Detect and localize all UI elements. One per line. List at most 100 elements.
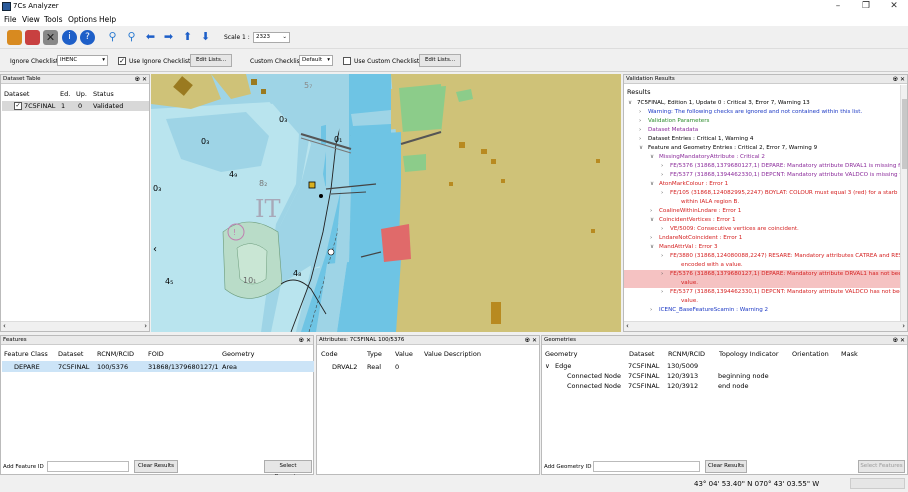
tree-item[interactable]: ∨ MissingMandatoryAttribute : Critical 2 [624,153,900,162]
maximize-icon[interactable]: ❐ [852,0,880,13]
tree-item[interactable]: within IALA region B. [624,198,900,207]
collapse-icon[interactable]: › [661,162,670,171]
select-geometry-button[interactable]: Select Geometry [264,460,312,480]
collapse-icon[interactable]: › [661,189,670,198]
scroll-left-icon[interactable]: ‹ [3,322,6,330]
expand-icon[interactable]: ∨ [650,180,659,189]
menu-tools[interactable]: Tools [44,15,62,24]
use-ignore-checkbox[interactable]: ✓ [118,57,126,65]
menu-view[interactable]: View [22,15,40,24]
col-dataset[interactable]: Dataset [4,90,29,98]
chart-map-view[interactable]: ! ‹ 5₇ 0₃ 0₁ 0₃ 4₉ 8₂ 0₃ 4₅ 10₁ 4₈ IT [151,74,621,332]
scroll-thumb[interactable] [902,99,907,169]
edit-lists-button[interactable]: Edit Lists... [190,54,232,67]
tree-item[interactable]: › FE/105 (31868,124082995,2247) BOYLAT: C… [624,189,900,198]
minimize-icon[interactable]: – [824,0,852,13]
col-orientation[interactable]: Orientation [792,350,829,358]
horizontal-scrollbar[interactable]: ‹ › [1,321,149,331]
expand-icon[interactable]: ∨ [650,216,659,225]
collapse-icon[interactable]: › [639,117,648,126]
dataset-checkbox[interactable]: ✓ [14,102,22,110]
select-features-button[interactable]: Select Features [858,460,905,473]
scroll-left-icon[interactable]: ‹ [626,322,629,330]
scale-combo[interactable]: 2323 ⌄ [253,32,290,43]
expand-icon[interactable]: ∨ [628,99,637,108]
col-ed[interactable]: Ed. [60,90,70,98]
close-folder-icon[interactable] [25,30,40,45]
custom-checklist-combo[interactable]: Default ▾ [299,55,333,66]
tree-item[interactable]: › FE/5377 (31868,1394462330,1) DEPCNT: Ma… [624,171,900,180]
tree-item[interactable]: value. [624,279,900,288]
col-status[interactable]: Status [93,90,114,98]
collapse-icon[interactable]: › [639,135,648,144]
tree-item[interactable]: ∨ 7C5FINAL, Edition 1, Update 0 : Critica… [624,99,900,108]
tree-item[interactable]: › FE/5376 (31868,1379680127,1) DEPARE: Ma… [624,162,900,171]
tree-item[interactable]: ∨ CoincidentVertices : Error 1 [624,216,900,225]
tree-item[interactable]: › LndareNotCoincident : Error 1 [624,234,900,243]
col-geometry[interactable]: Geometry [545,350,577,358]
col-dataset[interactable]: Dataset [629,350,654,358]
col-geometry[interactable]: Geometry [222,350,254,358]
table-row[interactable]: Connected Node 7C5FINAL 120/3912 end node [542,381,907,391]
tree-item[interactable]: › ICENC_BaseFeatureScamin : Warning 2 [624,306,900,315]
table-row[interactable]: DRVAL2 Real 0 [318,361,538,372]
ignore-checklist-combo[interactable]: IHENC ▾ [57,55,108,66]
tree-item[interactable]: › FE/5376 (31868,1379680127,1) DEPARE: Ma… [624,270,900,279]
help-icon[interactable]: ? [80,30,95,45]
collapse-icon[interactable]: › [661,225,670,234]
geometries-tree[interactable]: ∨ Edge 7C5FINAL 130/5009 Connected Node 7C5FI… [542,361,907,391]
panel-controls-icon[interactable]: ♼ ✕ [525,336,537,345]
pan-up-icon[interactable]: ⬆ [180,30,195,45]
expand-icon[interactable]: ∨ [545,362,550,370]
results-tree[interactable]: ∨ 7C5FINAL, Edition 1, Update 0 : Critica… [624,99,900,321]
tree-item[interactable]: ∨ AtonMarkColour : Error 1 [624,180,900,189]
expand-icon[interactable]: ∨ [650,153,659,162]
add-geometry-id-input[interactable] [593,461,700,472]
pan-down-icon[interactable]: ⬇ [198,30,213,45]
table-row[interactable]: ∨ Edge 7C5FINAL 130/5009 [542,361,907,371]
tree-item[interactable]: value. [624,297,900,306]
collapse-icon[interactable]: › [661,270,670,279]
menu-options[interactable]: Options [68,15,97,24]
panel-controls-icon[interactable]: ♼ ✕ [893,336,905,345]
col-feature-class[interactable]: Feature Class [4,350,48,358]
tree-item[interactable]: ∨ Feature and Geometry Entries : Critical… [624,144,900,153]
expand-icon[interactable]: ∨ [639,144,648,153]
tree-item[interactable]: › Warning: The following checks are ignor… [624,108,900,117]
collapse-icon[interactable]: › [639,126,648,135]
open-folder-icon[interactable] [7,30,22,45]
col-rcnm-rcid[interactable]: RCNM/RCID [97,350,134,358]
zoom-out-icon[interactable]: ⚲ [124,30,139,45]
col-dataset[interactable]: Dataset [58,350,83,358]
tree-item[interactable]: › FE/5377 (31868,1394462330,1) DEPCNT: Ma… [624,288,900,297]
expand-icon[interactable]: ∨ [650,243,659,252]
table-row[interactable]: DEPARE 7C5FINAL 100/5376 31868/137968012… [2,361,314,372]
edit-lists-custom-button[interactable]: Edit Lists... [419,54,461,67]
tree-item[interactable]: › Validation Parameters [624,117,900,126]
col-type[interactable]: Type [367,350,382,358]
table-row[interactable]: ✓ 7C5FINAL 1 0 Validated [2,101,149,111]
horizontal-scrollbar[interactable]: ‹ › [624,321,907,331]
info-icon[interactable]: i [62,30,77,45]
tree-item[interactable]: › FE/3880 (31868,124080088,2247) RESARE: … [624,252,900,261]
collapse-icon[interactable]: › [639,108,648,117]
col-up[interactable]: Up. [76,90,87,98]
pan-right-icon[interactable]: ➡ [161,30,176,45]
collapse-icon[interactable]: › [661,288,670,297]
collapse-icon[interactable]: › [661,171,670,180]
tree-item[interactable]: › CoalineWithinLndare : Error 1 [624,207,900,216]
tree-item[interactable]: › VE/5009: Consecutive vertices are coinc… [624,225,900,234]
tree-item[interactable]: encoded with a value. [624,261,900,270]
col-mask[interactable]: Mask [841,350,858,358]
table-row[interactable]: Connected Node 7C5FINAL 120/3913 beginning … [542,371,907,381]
zoom-in-icon[interactable]: ⚲ [105,30,120,45]
col-value-description[interactable]: Value Description [424,350,481,358]
scroll-right-icon[interactable]: › [902,322,905,330]
tree-item[interactable]: › Dataset Metadata [624,126,900,135]
col-foid[interactable]: FOID [148,350,164,358]
vertical-scrollbar[interactable] [900,85,907,321]
collapse-icon[interactable]: › [661,252,670,261]
pan-left-icon[interactable]: ⬅ [143,30,158,45]
use-custom-checkbox[interactable] [343,57,351,65]
clear-results-button[interactable]: Clear Results [705,460,747,473]
